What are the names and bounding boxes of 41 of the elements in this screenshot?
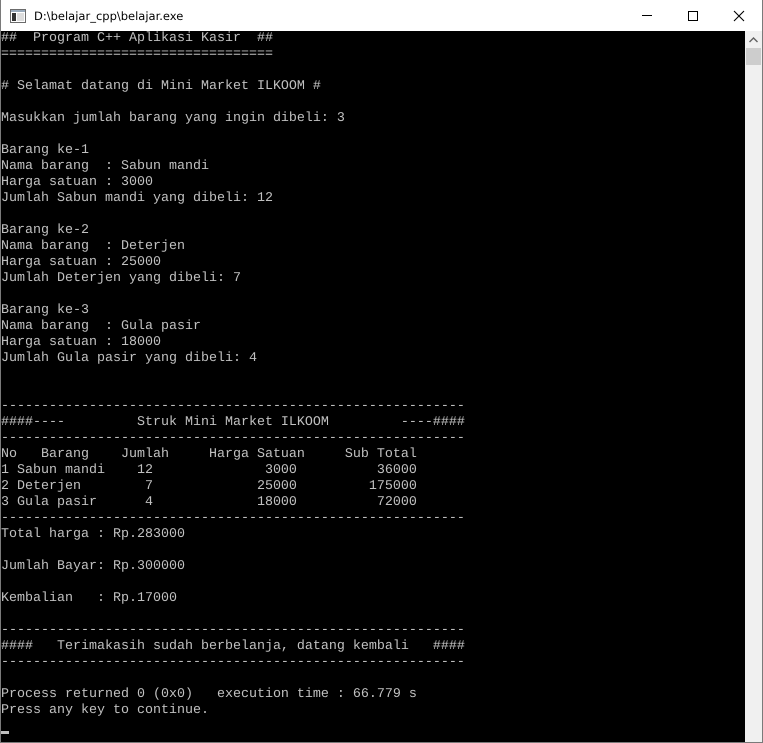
console-line: Kembalian : Rp.17000 <box>1 591 178 607</box>
console-line: No Barang Jumlah Harga Satuan Sub Total <box>1 447 418 463</box>
console-line: Jumlah Deterjen yang dibeli: 7 <box>1 271 242 287</box>
console-line: ================================== <box>1 47 274 63</box>
console-line: Barang ke-3 <box>1 303 90 319</box>
console-line: ---------------------------------------------------------- <box>1 623 466 639</box>
console-line: #### Terimakasih sudah berbelanja, datang kembali #### <box>1 639 466 655</box>
scroll-thumb[interactable] <box>746 48 761 65</box>
console-line: ## Program C++ Aplikasi Kasir ## <box>1 31 274 47</box>
scroll-up-icon[interactable] <box>749 36 758 42</box>
minimize-icon <box>642 15 652 16</box>
console-line: Barang ke-1 <box>1 143 90 159</box>
console-line: 1 Sabun mandi 12 3000 36000 <box>1 463 418 479</box>
console-line: Nama barang : Sabun mandi <box>1 159 210 175</box>
console-line: Jumlah Bayar: Rp.300000 <box>1 559 186 575</box>
console-line: ---------------------------------------------------------- <box>1 655 466 671</box>
console-line: Process returned 0 (0x0) execution time : 66.779 s <box>1 687 418 703</box>
console-line: Harga satuan : 25000 <box>1 255 162 271</box>
console-line: ---------------------------------------------------------- <box>1 399 466 415</box>
console-line: ####---- Struk Mini Market ILKOOM ----#### <box>1 415 466 431</box>
console-line: Press any key to continue. <box>1 703 210 719</box>
console-line: Harga satuan : 18000 <box>1 335 162 351</box>
console-line: Total harga : Rp.283000 <box>1 527 186 543</box>
console-line: Jumlah Gula pasir yang dibeli: 4 <box>1 351 258 367</box>
console-line: ---------------------------------------------------------- <box>1 431 466 447</box>
console-line: Harga satuan : 3000 <box>1 175 154 191</box>
maximize-icon <box>687 10 699 22</box>
scrollbar[interactable] <box>745 31 762 742</box>
console-line: Barang ke-2 <box>1 223 90 239</box>
console-line: ---------------------------------------------------------- <box>1 511 466 527</box>
console-line: Nama barang : Deterjen <box>1 239 186 255</box>
console-line: 3 Gula pasir 4 18000 72000 <box>1 495 418 511</box>
console-line: 2 Deterjen 7 25000 175000 <box>1 479 418 495</box>
console-app-icon <box>10 8 26 24</box>
window-title: D:\belajar_cpp\belajar.exe <box>34 8 184 22</box>
text-cursor <box>1 731 9 734</box>
close-icon <box>733 10 745 22</box>
console-line: Jumlah Sabun mandi yang dibeli: 12 <box>1 191 274 207</box>
console-line: # Selamat datang di Mini Market ILKOOM # <box>1 79 322 95</box>
console-line: Nama barang : Gula pasir <box>1 319 202 335</box>
console-line: Masukkan jumlah barang yang ingin dibeli: 3 <box>1 111 346 127</box>
